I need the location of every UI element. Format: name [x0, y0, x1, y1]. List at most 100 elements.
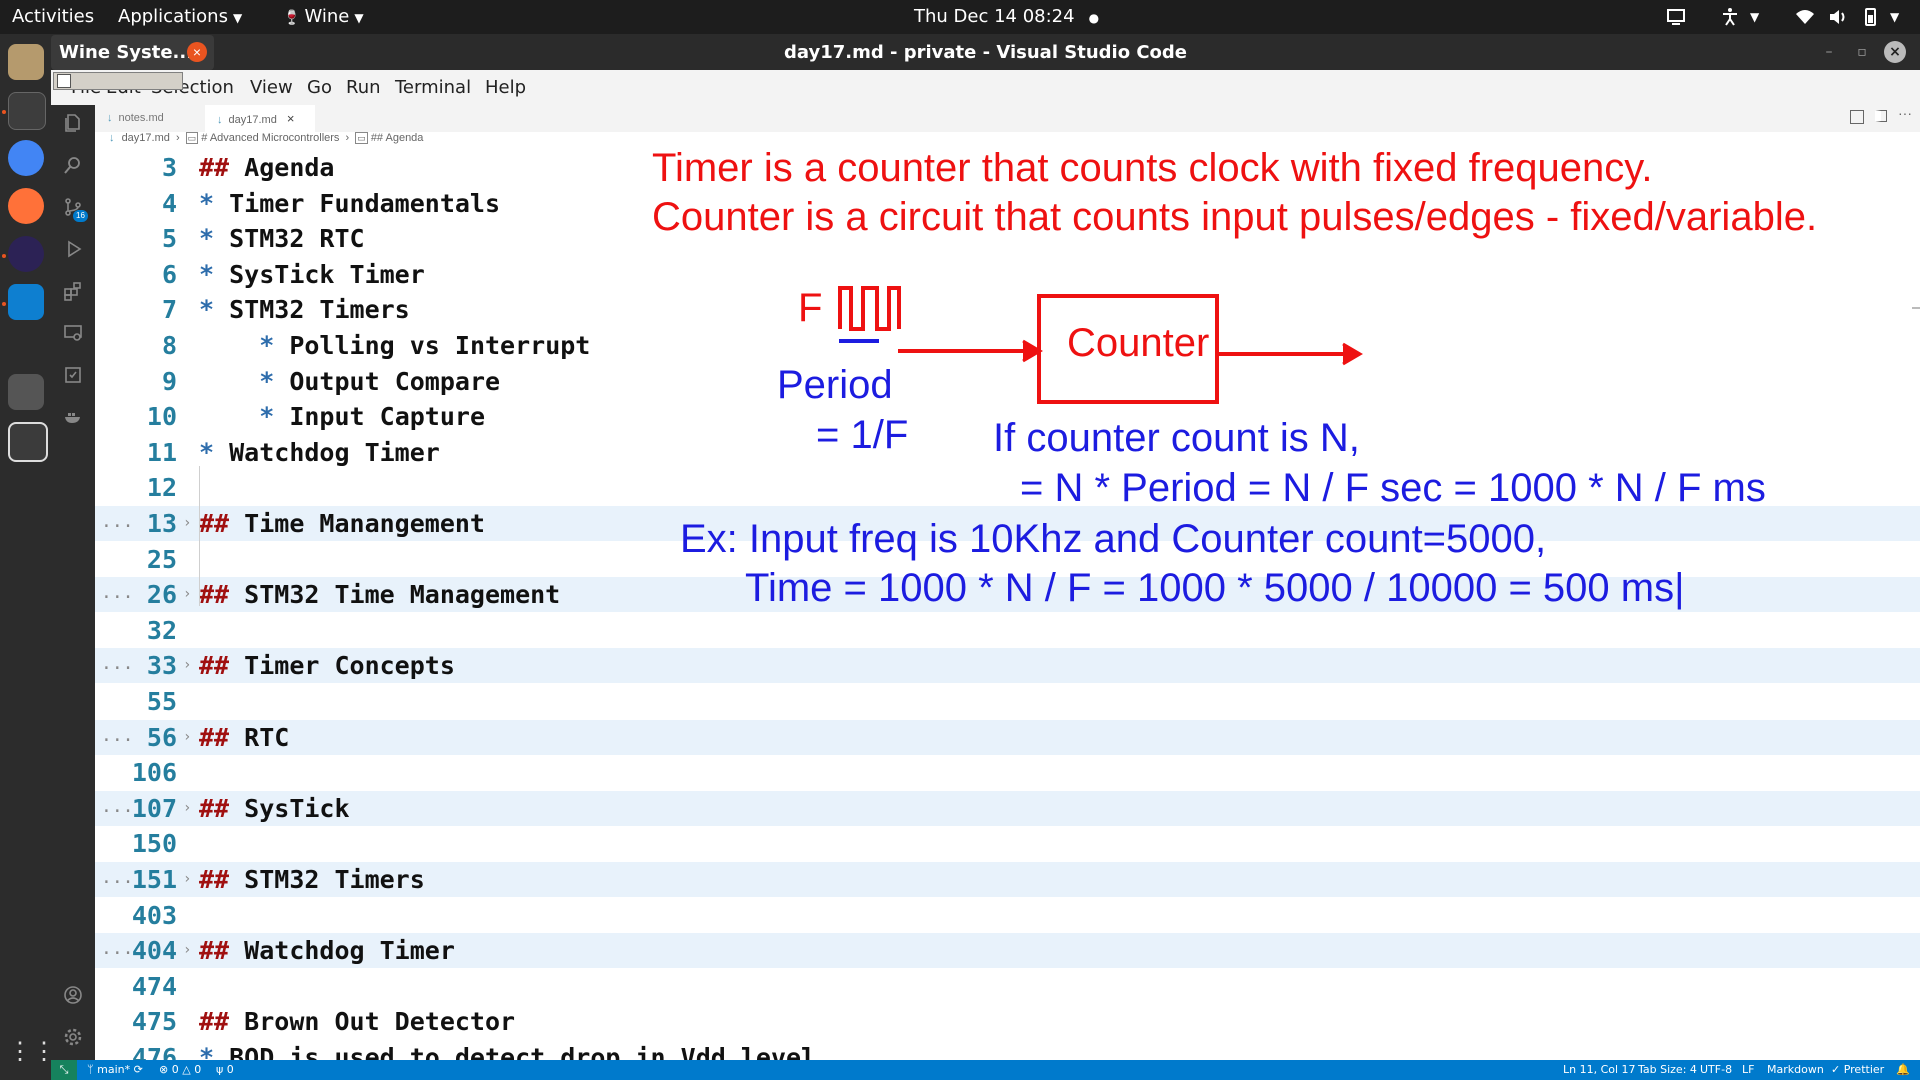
ports-indicator[interactable]: ψ 0 [216, 1060, 234, 1080]
breadcrumb-file[interactable]: day17.md [122, 132, 170, 144]
wine-close-button[interactable]: × [187, 42, 207, 62]
prettier-status[interactable]: ✓ Prettier [1831, 1060, 1884, 1080]
chrome-icon[interactable] [8, 140, 44, 176]
editor-line[interactable]: 403 [95, 898, 1920, 933]
terminal-icon[interactable] [8, 92, 46, 130]
problems-indicator[interactable]: ⊗ 0 △ 0 [159, 1060, 201, 1080]
fold-chevron-icon[interactable]: › [183, 720, 191, 755]
files-icon[interactable] [8, 44, 44, 80]
line-number: 404 [131, 936, 177, 966]
layout-icon[interactable] [1875, 110, 1887, 122]
close-button[interactable]: × [1884, 41, 1906, 63]
vscode-icon[interactable] [8, 284, 44, 320]
remote-explorer-icon[interactable] [63, 323, 83, 343]
line-text: ## STM32 Timers [199, 865, 425, 894]
editor-line[interactable]: 33 › ## Timer Concepts ··· [95, 648, 1920, 684]
wine-menu[interactable]: 🍷 Wine ▼ [283, 6, 364, 27]
menu-run[interactable]: Run [346, 77, 381, 98]
gear-icon[interactable] [63, 1027, 83, 1047]
editor-line[interactable]: 151 › ## STM32 Timers ··· [95, 862, 1920, 897]
line-ending[interactable]: LF [1742, 1060, 1754, 1080]
activities-button[interactable]: Activities [12, 6, 94, 27]
editor-line[interactable]: 6 * SysTick Timer [95, 257, 1920, 292]
battery-icon[interactable] [1860, 7, 1880, 27]
fold-chevron-icon[interactable]: › [183, 577, 191, 612]
antenna-icon: ψ [216, 1063, 224, 1076]
fold-chevron-icon[interactable]: › [183, 862, 191, 897]
gnome-top-bar: Activities Applications ▼ 🍷 Wine ▼ Thu Dec … [0, 0, 1920, 34]
minimize-button[interactable]: – [1818, 41, 1840, 63]
explorer-icon[interactable] [63, 113, 83, 133]
language-mode[interactable]: Markdown [1767, 1060, 1824, 1080]
tab-label: notes.md [118, 112, 164, 124]
editor-line[interactable]: 474 [95, 969, 1920, 1004]
breadcrumb-heading-2[interactable]: ## Agenda [371, 132, 424, 144]
tab-close-icon[interactable]: × [287, 111, 295, 126]
editor-line[interactable]: 404 › ## Watchdog Timer ··· [95, 933, 1920, 969]
firefox-icon[interactable] [8, 188, 44, 224]
menu-terminal[interactable]: Terminal [395, 77, 471, 98]
fold-chevron-icon[interactable]: › [183, 648, 191, 683]
tab-notes-md[interactable]: ↓ notes.md [95, 105, 205, 132]
fold-chevron-icon[interactable]: › [183, 791, 191, 826]
tab-day17-md[interactable]: ↓ day17.md × [205, 105, 315, 132]
editor-line[interactable]: 106 [95, 755, 1920, 790]
chevron-down-icon[interactable]: ▼ [1890, 10, 1899, 24]
editor-line[interactable]: 32 [95, 613, 1920, 648]
clock[interactable]: Thu Dec 14 08:24 ● [914, 6, 1099, 27]
editor-line[interactable]: 475 ## Brown Out Detector [95, 1004, 1920, 1039]
screenshot-icon[interactable] [8, 422, 48, 462]
line-number: 9 [161, 366, 177, 396]
editor-line[interactable]: 107 › ## SysTick ··· [95, 790, 1920, 826]
chevron-down-icon[interactable]: ▼ [1750, 10, 1759, 24]
account-icon[interactable] [63, 985, 83, 1005]
editor-line[interactable]: 55 [95, 684, 1920, 719]
wine-tray-popup[interactable] [53, 72, 183, 90]
screen-icon[interactable] [1666, 7, 1686, 27]
encoding[interactable]: UTF-8 [1700, 1060, 1732, 1080]
cursor-position[interactable]: Ln 11, Col 17 [1563, 1060, 1636, 1080]
scrollbar-indicator[interactable] [1912, 307, 1920, 309]
menu-go[interactable]: Go [307, 77, 332, 98]
line-text: ## Time Manangement [199, 509, 485, 538]
line-text: * Polling vs Interrupt [259, 331, 591, 360]
remote-indicator-icon[interactable]: ⤡ [51, 1060, 77, 1080]
editor-line[interactable]: 150 [95, 826, 1920, 861]
editor-line[interactable]: 476 * BOD is used to detect drop in Vdd l… [95, 1040, 1920, 1060]
breadcrumb-heading-1[interactable]: # Advanced Microcontrollers [201, 132, 339, 144]
editor-line[interactable]: 56 › ## RTC ··· [95, 719, 1920, 755]
run-debug-icon[interactable] [63, 239, 83, 259]
git-branch[interactable]: ᛘ main* ⟳ [87, 1060, 143, 1080]
running-indicator [2, 110, 6, 114]
line-number: 32 [146, 615, 177, 645]
extensions-icon[interactable] [63, 281, 83, 301]
accessibility-icon[interactable] [1720, 7, 1740, 27]
maximize-button[interactable]: ▫ [1851, 41, 1873, 63]
search-icon[interactable] [63, 155, 83, 175]
eclipse-icon[interactable] [8, 236, 44, 272]
line-number: 476 [131, 1043, 177, 1060]
activity-bar: 16 [51, 105, 95, 1060]
clock-label: Thu Dec 14 08:24 [914, 6, 1075, 27]
more-actions-icon[interactable]: ··· [1898, 105, 1912, 121]
testing-icon[interactable] [63, 365, 83, 385]
wifi-icon[interactable] [1795, 7, 1815, 27]
split-editor-icon[interactable] [1850, 110, 1864, 124]
applications-menu[interactable]: Applications ▼ [118, 6, 242, 27]
fold-chevron-icon[interactable]: › [183, 506, 191, 541]
bell-icon[interactable]: 🔔 [1896, 1060, 1910, 1080]
wine-tray-icon[interactable] [57, 74, 71, 88]
menu-help[interactable]: Help [485, 77, 526, 98]
sync-icon: ⟳ [133, 1063, 143, 1076]
wine-system-tray-window[interactable]: Wine Syste... × [51, 35, 214, 70]
wine-icon[interactable] [8, 374, 44, 410]
tab-size[interactable]: Tab Size: 4 [1638, 1060, 1697, 1080]
show-apps-icon[interactable]: ⋮⋮ [8, 1034, 56, 1070]
menu-bar: File Edit Selection View Go Run Terminal… [51, 70, 1920, 105]
menu-view[interactable]: View [250, 77, 293, 98]
volume-icon[interactable] [1828, 7, 1848, 27]
chevron-right-icon: › [175, 132, 180, 144]
docker-icon[interactable] [63, 407, 83, 427]
heading-marker: ## [199, 580, 230, 610]
fold-chevron-icon[interactable]: › [183, 933, 191, 968]
